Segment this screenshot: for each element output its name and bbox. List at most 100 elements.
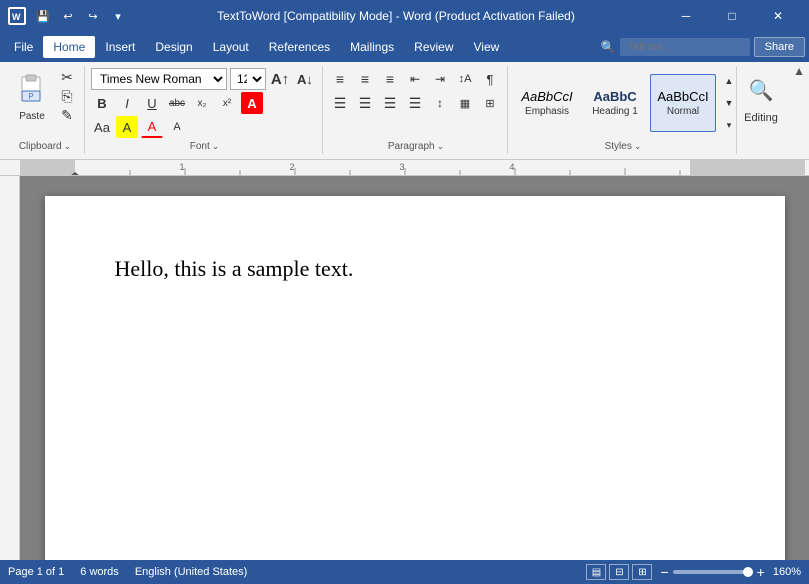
document-area: Hello, this is a sample text. bbox=[0, 176, 809, 560]
styles-expand-button[interactable]: ▾ bbox=[718, 114, 740, 136]
menu-references[interactable]: References bbox=[259, 36, 340, 58]
style-emphasis-preview: AaBbCcI bbox=[521, 89, 572, 104]
undo-button[interactable]: ↩ bbox=[57, 5, 79, 27]
font-row-1: Times New Roman 12 A↑ A↓ bbox=[91, 68, 316, 90]
font-name-select[interactable]: Times New Roman bbox=[91, 68, 227, 90]
format-painter-button[interactable]: ✎ bbox=[56, 106, 78, 124]
bullets-button[interactable]: ≡ bbox=[329, 68, 351, 90]
paste-label: Paste bbox=[19, 111, 45, 122]
ribbon-collapse-button[interactable]: ▲ bbox=[793, 64, 805, 78]
border-button[interactable]: ⊞ bbox=[479, 92, 501, 114]
document-page[interactable]: Hello, this is a sample text. bbox=[45, 196, 785, 560]
highlight-button[interactable]: A bbox=[116, 116, 138, 138]
show-hide-button[interactable]: ¶ bbox=[479, 68, 501, 90]
styles-down-button[interactable]: ▼ bbox=[718, 92, 740, 114]
maximize-button[interactable]: □ bbox=[709, 0, 755, 32]
underline-button[interactable]: U bbox=[141, 92, 163, 114]
superscript-button[interactable]: x² bbox=[216, 92, 238, 114]
bold-button[interactable]: B bbox=[91, 92, 113, 114]
align-left-button[interactable]: ☰ bbox=[329, 92, 351, 114]
grow-font-button[interactable]: A↑ bbox=[269, 68, 291, 90]
increase-indent-button[interactable]: ⇥ bbox=[429, 68, 451, 90]
customize-qat-button[interactable]: ▾ bbox=[107, 5, 129, 27]
redo-button[interactable]: ↪ bbox=[82, 5, 104, 27]
menu-review[interactable]: Review bbox=[404, 36, 463, 58]
clipboard-expand-icon[interactable]: ⌄ bbox=[64, 141, 72, 152]
web-layout-button[interactable]: ⊞ bbox=[632, 564, 652, 580]
menu-mailings[interactable]: Mailings bbox=[340, 36, 404, 58]
clipboard-small-buttons: ✂ ⎘ ✎ bbox=[56, 68, 78, 124]
style-heading1[interactable]: AaBbC Heading 1 bbox=[582, 74, 648, 132]
title-bar: W 💾 ↩ ↪ ▾ TextToWord [Compatibility Mode… bbox=[0, 0, 809, 32]
word-icon: W bbox=[8, 7, 26, 25]
share-button[interactable]: Share bbox=[754, 37, 805, 57]
window-title: TextToWord [Compatibility Mode] - Word (… bbox=[129, 9, 663, 23]
cut-button[interactable]: ✂ bbox=[56, 68, 78, 86]
style-heading1-label: Heading 1 bbox=[592, 106, 638, 117]
zoom-control: − + 160% bbox=[660, 564, 801, 580]
strikethrough-button[interactable]: abc bbox=[166, 92, 188, 114]
subscript-button[interactable]: x₂ bbox=[191, 92, 213, 114]
zoom-slider[interactable] bbox=[673, 570, 753, 574]
menu-home[interactable]: Home bbox=[43, 36, 95, 58]
zoom-out-button[interactable]: − bbox=[660, 564, 668, 580]
shading-button[interactable]: ▦ bbox=[454, 92, 476, 114]
font-color-button[interactable]: A bbox=[141, 116, 163, 138]
menu-design[interactable]: Design bbox=[145, 36, 202, 58]
svg-text:4: 4 bbox=[509, 162, 514, 172]
paragraph-group-label-row: Paragraph ⌄ bbox=[325, 141, 507, 152]
tell-me-input[interactable] bbox=[620, 38, 750, 56]
styles-group-label: Styles bbox=[605, 141, 632, 152]
justify-button[interactable]: ☰ bbox=[404, 92, 426, 114]
copy-button[interactable]: ⎘ bbox=[56, 87, 78, 105]
styles-group-label-row: Styles ⌄ bbox=[510, 141, 736, 152]
zoom-in-button[interactable]: + bbox=[757, 564, 765, 580]
save-button[interactable]: 💾 bbox=[32, 5, 54, 27]
close-button[interactable]: ✕ bbox=[755, 0, 801, 32]
align-center-button[interactable]: ☰ bbox=[354, 92, 376, 114]
menu-insert[interactable]: Insert bbox=[95, 36, 145, 58]
menu-file[interactable]: File bbox=[4, 36, 43, 58]
menu-view[interactable]: View bbox=[464, 36, 510, 58]
align-right-button[interactable]: ☰ bbox=[379, 92, 401, 114]
editing-label: Editing bbox=[744, 112, 778, 124]
menu-layout[interactable]: Layout bbox=[203, 36, 259, 58]
para-row-1: ≡ ≡ ≡ ⇤ ⇥ ↕A ¶ bbox=[329, 68, 501, 90]
shrink-font-button[interactable]: A↓ bbox=[294, 68, 316, 90]
status-bar: Page 1 of 1 6 words English (United Stat… bbox=[0, 560, 809, 584]
numbered-list-button[interactable]: ≡ bbox=[354, 68, 376, 90]
styles-up-button[interactable]: ▲ bbox=[718, 70, 740, 92]
change-case-button[interactable]: Aa bbox=[91, 116, 113, 138]
find-replace-button[interactable]: 🔍 bbox=[743, 72, 779, 108]
font-group-label: Font bbox=[190, 141, 210, 152]
styles-expand-icon[interactable]: ⌄ bbox=[634, 141, 642, 152]
minimize-button[interactable]: ─ bbox=[663, 0, 709, 32]
font-expand-icon[interactable]: ⌄ bbox=[212, 141, 220, 152]
line-spacing-button[interactable]: ↕ bbox=[429, 92, 451, 114]
view-buttons: ▤ ⊟ ⊞ bbox=[586, 564, 652, 580]
decrease-indent-button[interactable]: ⇤ bbox=[404, 68, 426, 90]
italic-button[interactable]: I bbox=[116, 92, 138, 114]
styles-scroll-buttons: ▲ ▼ ▾ bbox=[718, 68, 732, 138]
svg-text:2: 2 bbox=[289, 162, 294, 172]
paragraph-expand-icon[interactable]: ⌄ bbox=[437, 141, 445, 152]
paste-button[interactable]: P Paste bbox=[10, 68, 54, 126]
multilevel-list-button[interactable]: ≡ bbox=[379, 68, 401, 90]
ruler: 1 2 3 4 bbox=[0, 160, 809, 176]
style-emphasis[interactable]: AaBbCcI Emphasis bbox=[514, 74, 580, 132]
para-row-2: ☰ ☰ ☰ ☰ ↕ ▦ ⊞ bbox=[329, 92, 501, 114]
clipboard-group: P Paste ✂ ⎘ ✎ Clipboard ⌄ bbox=[6, 66, 85, 154]
status-right: ▤ ⊟ ⊞ − + 160% bbox=[586, 564, 801, 580]
document-content[interactable]: Hello, this is a sample text. bbox=[115, 256, 715, 282]
clear-format-button[interactable]: A bbox=[241, 92, 263, 114]
search-icon: 🔍 bbox=[601, 40, 616, 54]
read-mode-button[interactable]: ⊟ bbox=[609, 564, 629, 580]
svg-text:P: P bbox=[28, 92, 33, 101]
sort-button[interactable]: ↕A bbox=[454, 68, 476, 90]
text-effects-button[interactable]: A bbox=[166, 116, 188, 138]
font-size-select[interactable]: 12 bbox=[230, 68, 266, 90]
clipboard-group-label: Clipboard bbox=[19, 141, 62, 152]
print-layout-button[interactable]: ▤ bbox=[586, 564, 606, 580]
style-normal[interactable]: AaBbCcI Normal bbox=[650, 74, 716, 132]
document-scroll[interactable]: Hello, this is a sample text. bbox=[20, 176, 809, 560]
